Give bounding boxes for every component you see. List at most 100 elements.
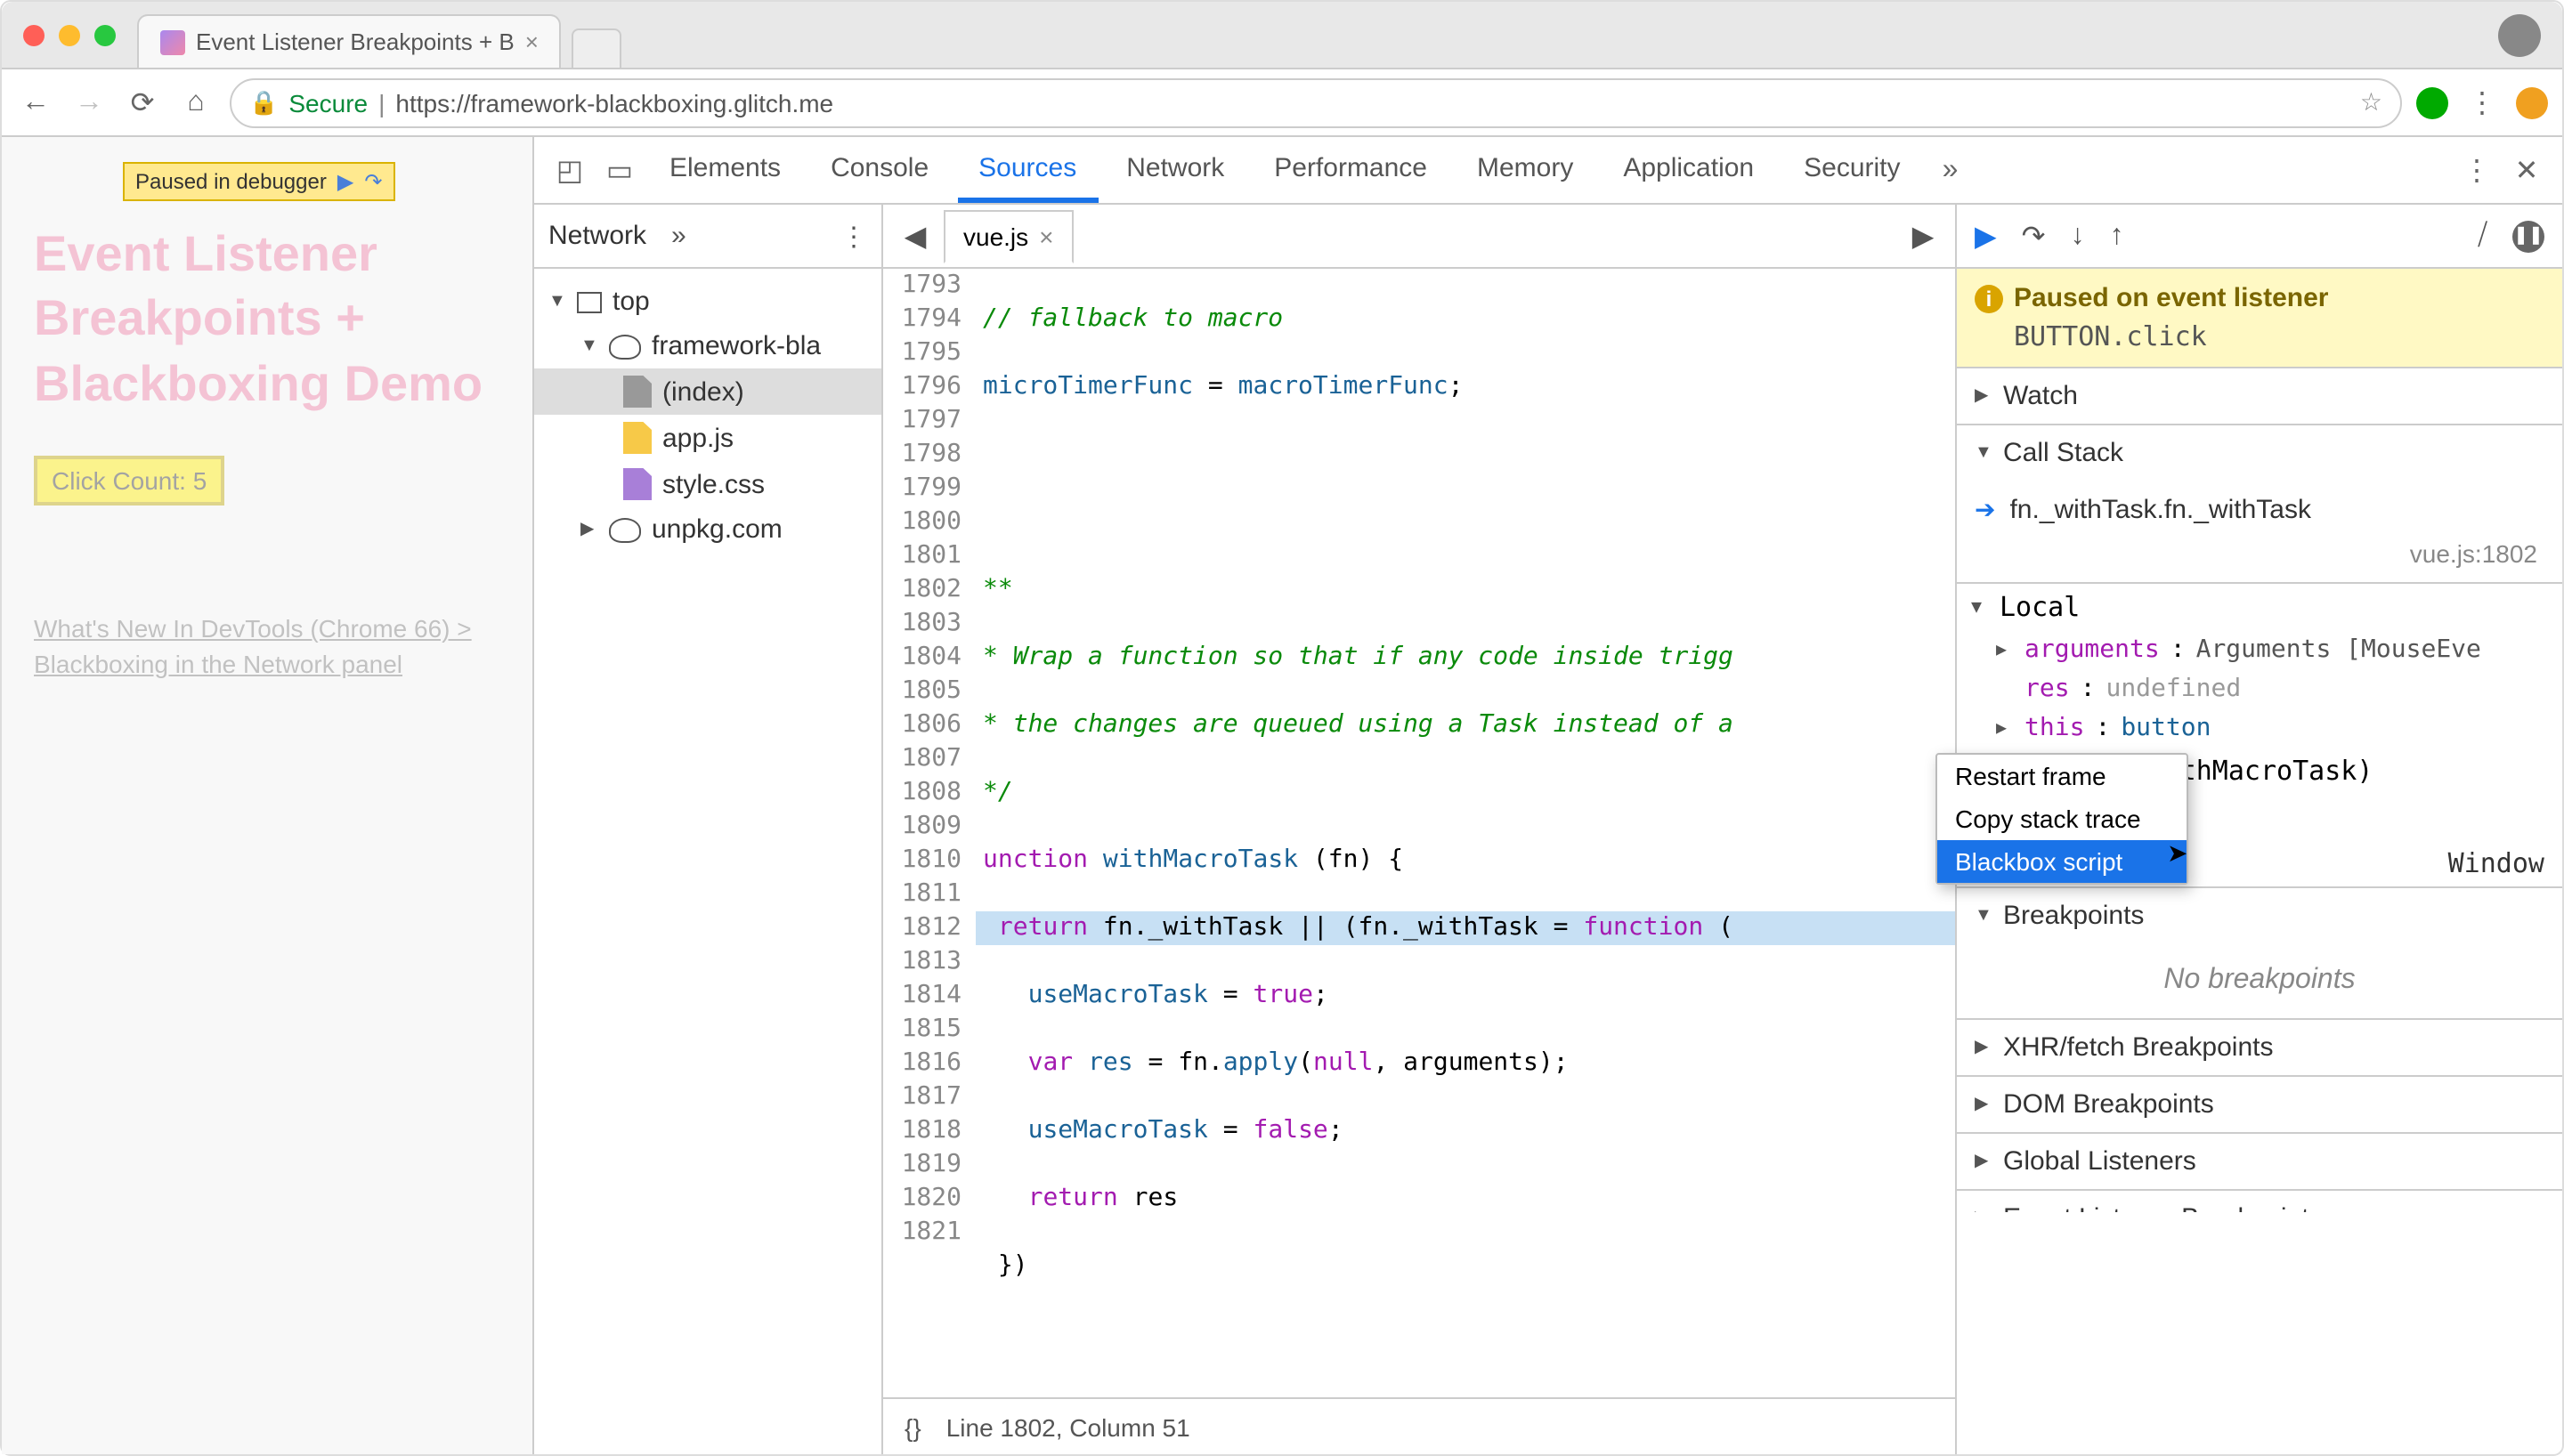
tab-application[interactable]: Application <box>1602 138 1775 202</box>
url-text: https://framework-blackboxing.glitch.me <box>395 88 833 117</box>
tree-domain[interactable]: ▼ framework-bla <box>534 324 881 368</box>
info-icon: i <box>1975 284 2003 312</box>
step-over-icon[interactable]: ↷ <box>2022 218 2046 254</box>
navigator-panel: Network » ⋮ ▼ top ▼ framework-bla <box>534 205 883 1454</box>
paused-text: Paused in debugger <box>135 169 327 194</box>
nav-fwd-icon[interactable]: ▶ <box>1902 218 1944 254</box>
current-frame-icon: ➔ <box>1975 495 1995 525</box>
breakpoints-section: ▼Breakpoints No breakpoints <box>1957 888 2562 1020</box>
extension-icon[interactable] <box>2416 86 2448 118</box>
tab-sources[interactable]: Sources <box>957 138 1098 202</box>
dom-breakpoints-section[interactable]: ▶DOM Breakpoints <box>1957 1077 2562 1134</box>
browser-toolbar: ← → ⟳ ⌂ 🔒 Secure | https://framework-bla… <box>2 69 2562 137</box>
maximize-window-button[interactable] <box>94 24 116 45</box>
cloud-icon <box>609 517 641 542</box>
resume-icon[interactable]: ▶ <box>337 169 353 194</box>
tab-performance[interactable]: Performance <box>1253 138 1448 202</box>
file-icon <box>623 468 652 500</box>
window-controls <box>2 24 137 45</box>
resume-icon[interactable]: ▶ <box>1975 218 1997 254</box>
editor-statusbar: {} Line 1802, Column 51 <box>883 1397 1955 1454</box>
tab-memory[interactable]: Memory <box>1456 138 1594 202</box>
nav-back-icon[interactable]: ◀ <box>894 218 937 254</box>
event-listener-breakpoints-section[interactable]: ▶Event Listener Breakpoints <box>1957 1191 2562 1212</box>
address-bar[interactable]: 🔒 Secure | https://framework-blackboxing… <box>230 77 2402 127</box>
scope-var[interactable]: res: undefined <box>1957 669 2562 708</box>
code-body[interactable]: // fallback to macro microTimerFunc = ma… <box>976 269 1955 1397</box>
lock-icon: 🔒 <box>249 88 278 117</box>
step-icon[interactable]: ↷ <box>364 169 382 194</box>
tree-domain[interactable]: ▶ unpkg.com <box>534 507 881 552</box>
xhr-breakpoints-section[interactable]: ▶XHR/fetch Breakpoints <box>1957 1020 2562 1077</box>
secure-label: Secure <box>288 88 368 117</box>
click-count-button[interactable]: Click Count: 5 <box>34 456 224 506</box>
page-link[interactable]: What's New In DevTools (Chrome 66) > Bla… <box>34 612 500 682</box>
file-icon <box>623 422 652 454</box>
scope-var[interactable]: ▶arguments: Arguments [MouseEve <box>1957 630 2562 669</box>
new-tab-button[interactable] <box>572 28 622 68</box>
navigator-tab[interactable]: Network <box>548 221 646 251</box>
format-icon[interactable]: {} <box>905 1412 921 1441</box>
step-out-icon[interactable]: ↑ <box>2109 220 2123 252</box>
device-icon[interactable]: ▭ <box>598 149 641 191</box>
back-button[interactable]: ← <box>16 83 55 122</box>
ctx-restart-frame[interactable]: Restart frame <box>1937 755 2187 797</box>
global-listeners-section[interactable]: ▶Global Listeners <box>1957 1134 2562 1191</box>
nav-menu-icon[interactable]: ⋮ <box>840 220 867 252</box>
tree-file-index[interactable]: (index) <box>534 368 881 415</box>
close-tab-icon[interactable]: × <box>1039 222 1053 250</box>
home-button[interactable]: ⌂ <box>176 83 215 122</box>
settings-icon[interactable]: ⋮ <box>2455 149 2498 191</box>
forward-button[interactable]: → <box>69 83 109 122</box>
paused-badge: Paused in debugger ▶ ↷ <box>123 162 394 201</box>
tab-security[interactable]: Security <box>1782 138 1921 202</box>
frame-icon <box>577 291 602 312</box>
tab-elements[interactable]: Elements <box>648 138 802 202</box>
editor-tab[interactable]: vue.js × <box>944 209 1074 263</box>
close-window-button[interactable] <box>23 24 45 45</box>
browser-tabs: Event Listener Breakpoints + B × <box>137 2 622 68</box>
extension-icon[interactable] <box>2516 86 2548 118</box>
user-avatar-icon[interactable] <box>2498 13 2541 56</box>
debugger-toolbar: ▶ ↷ ↓ ↑ ⧸ ❚❚ <box>1957 205 2562 269</box>
ctx-blackbox-script[interactable]: Blackbox script <box>1937 840 2187 883</box>
tab-console[interactable]: Console <box>809 138 950 202</box>
pause-exception-icon[interactable]: ❚❚ <box>2512 220 2544 252</box>
page-title: Event Listener Breakpoints + Blackboxing… <box>34 222 500 417</box>
more-tabs-icon[interactable]: » <box>1929 149 1972 191</box>
stack-frame[interactable]: ➔ fn._withTask.fn._withTask <box>1957 488 2562 532</box>
page-content: Paused in debugger ▶ ↷ Event Listener Br… <box>2 137 532 1454</box>
inspect-icon[interactable]: ◰ <box>548 149 591 191</box>
watch-section[interactable]: ▶Watch <box>1957 368 2562 425</box>
paused-info: i Paused on event listener BUTTON.click <box>1957 269 2562 368</box>
tree-top[interactable]: ▼ top <box>534 279 881 324</box>
reload-button[interactable]: ⟳ <box>123 83 162 122</box>
scope-var[interactable]: ▶this: button <box>1957 708 2562 748</box>
close-devtools-icon[interactable]: ✕ <box>2505 149 2548 191</box>
tab-title: Event Listener Breakpoints + B <box>196 28 515 55</box>
tree-file-stylecss[interactable]: style.css <box>534 461 881 507</box>
menu-icon[interactable]: ⋮ <box>2463 83 2502 122</box>
paused-title: Paused on event listener <box>2014 283 2328 313</box>
callstack-header[interactable]: ▼Call Stack <box>1957 425 2562 481</box>
code-editor[interactable]: 1793179417951796179717981799180018011802… <box>883 269 1955 1397</box>
tab-close-icon[interactable]: × <box>525 28 539 55</box>
cloud-icon <box>609 334 641 359</box>
context-menu: Restart frame Copy stack trace Blackbox … <box>1935 753 2188 885</box>
bookmark-star-icon[interactable]: ☆ <box>2360 87 2382 117</box>
scope-local[interactable]: ▼Local <box>1957 584 2562 630</box>
ctx-copy-stack-trace[interactable]: Copy stack trace <box>1937 797 2187 840</box>
editor-panel: ◀ vue.js × ▶ 179317941795179617971798179… <box>883 205 1957 1454</box>
browser-tab[interactable]: Event Listener Breakpoints + B × <box>137 14 562 68</box>
editor-tabs: ◀ vue.js × ▶ <box>883 205 1955 269</box>
deactivate-breakpoints-icon[interactable]: ⧸ <box>2478 220 2487 252</box>
breakpoints-header[interactable]: ▼Breakpoints <box>1957 888 2562 943</box>
stack-frame-location: vue.js:1802 <box>1957 532 2562 575</box>
tab-network[interactable]: Network <box>1105 138 1245 202</box>
paused-detail: BUTTON.click <box>1975 320 2544 352</box>
more-nav-icon[interactable]: » <box>671 221 686 251</box>
favicon-icon <box>160 29 185 54</box>
minimize-window-button[interactable] <box>59 24 80 45</box>
step-into-icon[interactable]: ↓ <box>2070 220 2084 252</box>
tree-file-appjs[interactable]: app.js <box>534 415 881 461</box>
